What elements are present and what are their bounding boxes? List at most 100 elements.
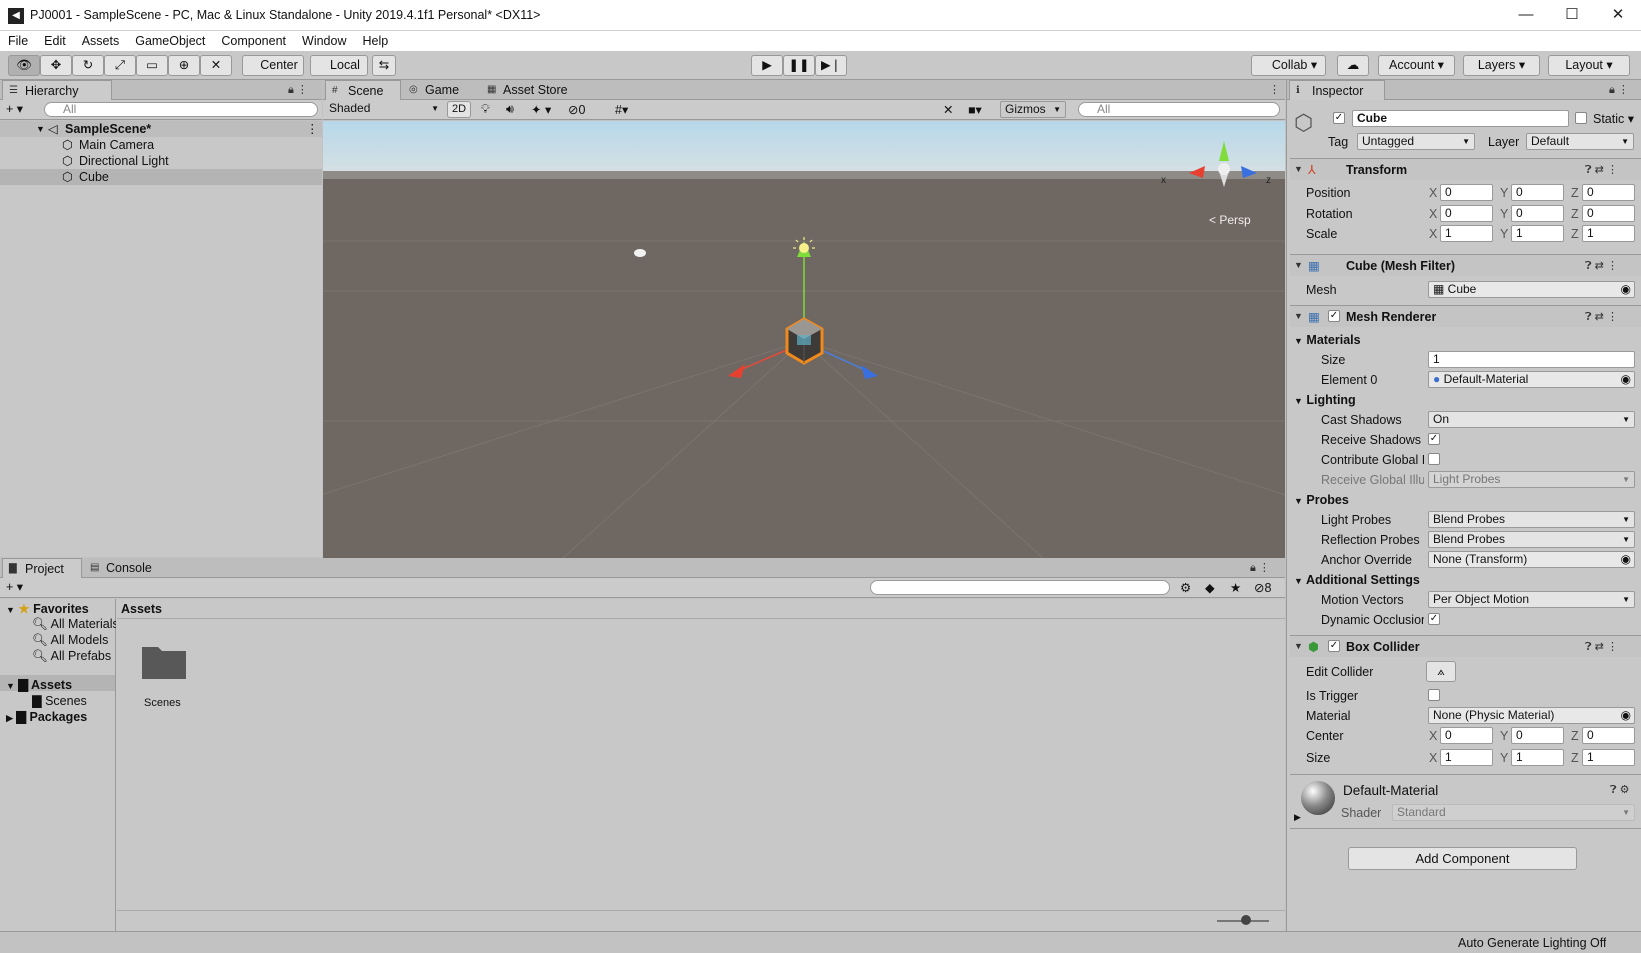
component-help-icon[interactable]: ❓︎ ⇄ ⋮ xyxy=(1585,163,1618,177)
zoom-slider-handle[interactable] xyxy=(1241,915,1251,925)
transform-tool-icon[interactable]: ⊕ xyxy=(168,55,200,76)
foldout-triangle-icon[interactable]: ▼ xyxy=(1294,260,1303,270)
dynamic-occlusion-checkbox[interactable]: ✓ xyxy=(1428,613,1440,625)
custom-tool-icon[interactable]: ✕ xyxy=(200,55,232,76)
scene-search-input[interactable]: All xyxy=(1078,102,1280,117)
close-button[interactable]: ✕ xyxy=(1595,0,1641,31)
object-picker-icon[interactable]: ◉ xyxy=(1621,282,1631,297)
element0-object-field[interactable]: ● Default-Material ◉ xyxy=(1428,371,1635,388)
receive-shadows-checkbox[interactable]: ✓ xyxy=(1428,433,1440,445)
hierarchy-item[interactable]: ⬡ Main Camera xyxy=(0,137,322,153)
move-tool-icon[interactable]: ✥ xyxy=(40,55,72,76)
2d-toggle[interactable]: 2D xyxy=(447,101,471,118)
menu-edit[interactable]: Edit xyxy=(36,31,74,48)
mesh-object-field[interactable]: ▦ Cube ◉ xyxy=(1428,281,1635,298)
favorite-star-icon[interactable]: ★ xyxy=(1230,580,1241,595)
lighting-toggle-icon[interactable]: 💡︎ xyxy=(481,102,490,117)
tab-hierarchy[interactable]: ☰ Hierarchy xyxy=(2,80,112,100)
anchor-override-field[interactable]: None (Transform) ◉ xyxy=(1428,551,1635,568)
scenes-folder-row[interactable]: ▇ Scenes xyxy=(32,693,87,708)
center-x-field[interactable]: 0 xyxy=(1440,727,1493,744)
collab-button[interactable]: Collab ▾ xyxy=(1251,55,1326,76)
tab-console[interactable]: ▤ Console xyxy=(84,558,164,578)
gizmos-dropdown[interactable]: Gizmos xyxy=(1000,101,1066,118)
create-plus-icon[interactable]: + ▾ xyxy=(6,101,23,116)
menu-assets[interactable]: Assets xyxy=(74,31,128,48)
transform-component-header[interactable]: ▼ ⅄ Transform ❓︎ ⇄ ⋮ xyxy=(1290,158,1641,180)
motion-vectors-dropdown[interactable]: Per Object Motion xyxy=(1428,591,1635,608)
position-x-field[interactable]: 0 xyxy=(1440,184,1493,201)
lighting-foldout[interactable]: ▼ Lighting xyxy=(1294,393,1356,407)
materials-size-field[interactable]: 1 xyxy=(1428,351,1635,368)
hierarchy-item[interactable]: ⬡ Directional Light xyxy=(0,153,322,169)
shading-mode-dropdown[interactable]: Shaded xyxy=(325,101,443,118)
snap-icon[interactable]: ⇆ xyxy=(372,55,396,76)
foldout-triangle-icon[interactable]: ▼ xyxy=(1294,311,1303,321)
hidden-packages-counter[interactable]: ⊘8 xyxy=(1254,580,1271,595)
mesh-renderer-component-header[interactable]: ▼ ▦ ✓ Mesh Renderer ❓︎ ⇄ ⋮ xyxy=(1290,305,1641,327)
tag-dropdown[interactable]: Untagged xyxy=(1357,133,1475,150)
scene-menu-icon[interactable]: ⋮ xyxy=(1269,83,1280,96)
menu-window[interactable]: Window xyxy=(294,31,354,48)
minimize-button[interactable]: — xyxy=(1503,0,1549,31)
favorite-item[interactable]: 🔍︎ All Models xyxy=(32,633,116,648)
scene-viewport[interactable]: x z < Persp xyxy=(323,121,1285,558)
assets-folder-row[interactable]: ▼ ▇ Assets xyxy=(6,677,72,692)
play-button-icon[interactable]: ▶ xyxy=(751,55,783,76)
tab-project[interactable]: ▇ Project xyxy=(2,558,82,578)
rotation-y-field[interactable]: 0 xyxy=(1511,205,1564,222)
component-help-icon[interactable]: ❓︎ ⇄ ⋮ xyxy=(1585,310,1618,324)
position-y-field[interactable]: 0 xyxy=(1511,184,1564,201)
step-button-icon[interactable]: ▶❘ xyxy=(815,55,847,76)
lock-icon[interactable]: 🔒︎ ⋮ xyxy=(1250,561,1270,575)
effects-toggle-icon[interactable]: ✦ ▾ xyxy=(531,102,551,117)
contribute-gi-checkbox[interactable] xyxy=(1428,453,1440,465)
mesh-filter-component-header[interactable]: ▼ ▦ Cube (Mesh Filter) ❓︎ ⇄ ⋮ xyxy=(1290,254,1641,276)
reflection-probes-dropdown[interactable]: Blend Probes xyxy=(1428,531,1635,548)
light-probes-dropdown[interactable]: Blend Probes xyxy=(1428,511,1635,528)
breadcrumb[interactable]: Assets xyxy=(121,602,162,616)
expand-triangle-icon[interactable]: ▼ xyxy=(36,121,45,137)
tab-inspector[interactable]: ℹ Inspector xyxy=(1289,80,1385,100)
rect-tool-icon[interactable]: ▭ xyxy=(136,55,168,76)
object-picker-icon[interactable]: ◉ xyxy=(1621,372,1631,387)
material-help-icon[interactable]: ❓︎ ⚙ xyxy=(1610,783,1630,797)
layers-dropdown[interactable]: Layers ▾ xyxy=(1463,55,1540,76)
component-help-icon[interactable]: ❓︎ ⇄ ⋮ xyxy=(1585,640,1618,654)
menu-help[interactable]: Help xyxy=(354,31,396,48)
rotation-x-field[interactable]: 0 xyxy=(1440,205,1493,222)
scene-row[interactable]: ▼ ◁ SampleScene* ⋮ xyxy=(0,121,322,137)
materials-foldout[interactable]: ▼ Materials xyxy=(1294,333,1361,347)
layer-dropdown[interactable]: Default xyxy=(1526,133,1634,150)
size-x-field[interactable]: 1 xyxy=(1440,749,1493,766)
scale-y-field[interactable]: 1 xyxy=(1511,225,1564,242)
account-dropdown[interactable]: Account ▾ xyxy=(1378,55,1455,76)
shader-dropdown[interactable]: Standard xyxy=(1392,804,1635,821)
pause-button-icon[interactable]: ❚❚ xyxy=(783,55,815,76)
position-z-field[interactable]: 0 xyxy=(1582,184,1635,201)
lock-icon[interactable]: 🔒︎ ⋮ xyxy=(1609,83,1629,97)
favorite-item[interactable]: 🔍︎ All Prefabs xyxy=(32,649,116,664)
menu-gameobject[interactable]: GameObject xyxy=(127,31,213,48)
edit-collider-button-icon[interactable]: ⟑ xyxy=(1426,661,1456,682)
object-name-input[interactable]: Cube xyxy=(1352,110,1569,127)
cloud-icon[interactable]: ☁ xyxy=(1337,55,1369,76)
project-search-input[interactable] xyxy=(870,580,1170,595)
menu-file[interactable]: File xyxy=(0,31,36,48)
perspective-toggle[interactable]: < Persp xyxy=(1209,213,1251,227)
pivot-center-button[interactable]: Center xyxy=(242,55,304,76)
view-tool-eye-icon[interactable]: 👁 xyxy=(8,55,40,76)
hidden-objects-counter[interactable]: ⊘0 xyxy=(568,102,585,117)
hierarchy-search-input[interactable]: All xyxy=(44,102,318,117)
scenes-folder-tile[interactable] xyxy=(140,641,188,681)
create-plus-icon[interactable]: + ▾ xyxy=(6,579,23,594)
mesh-renderer-enabled-checkbox[interactable]: ✓ xyxy=(1328,310,1340,322)
collider-material-field[interactable]: None (Physic Material) ◉ xyxy=(1428,707,1635,724)
grid-toggle-icon[interactable]: #▾ xyxy=(615,102,628,117)
center-y-field[interactable]: 0 xyxy=(1511,727,1564,744)
layout-dropdown[interactable]: Layout ▾ xyxy=(1548,55,1630,76)
pivot-space-button[interactable]: Local xyxy=(310,55,368,76)
tools-icon[interactable]: ✕ xyxy=(943,102,953,117)
scale-x-field[interactable]: 1 xyxy=(1440,225,1493,242)
is-trigger-checkbox[interactable] xyxy=(1428,689,1440,701)
